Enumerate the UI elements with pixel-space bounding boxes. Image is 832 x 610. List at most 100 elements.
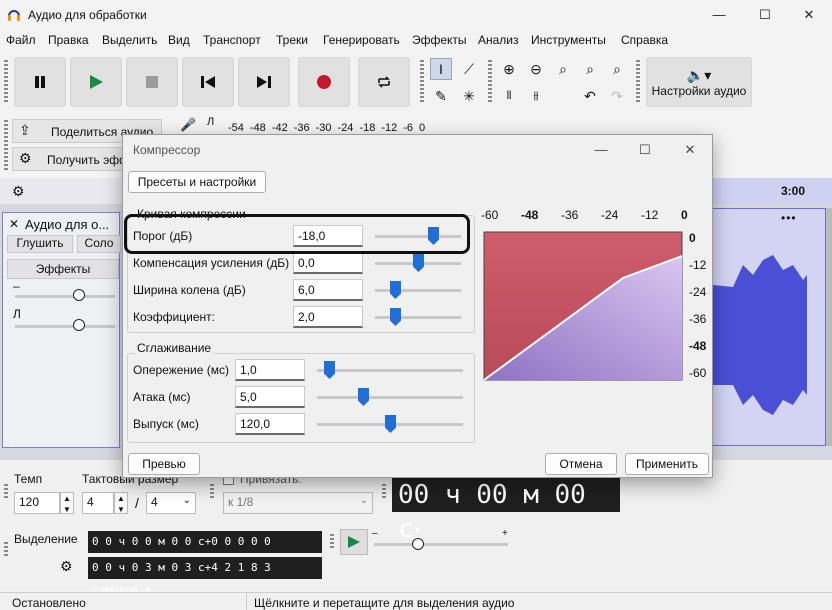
play-speed-grip[interactable] <box>330 534 334 550</box>
menu-tracks[interactable]: Треки <box>276 33 308 47</box>
fit-project-icon[interactable]: ⌕ <box>579 58 601 80</box>
record-icon <box>317 75 331 89</box>
undo-icon[interactable]: ↶ <box>579 85 601 107</box>
solo-button[interactable]: Соло <box>77 235 121 253</box>
smoothing-input[interactable]: 120,0 <box>235 413 305 435</box>
gain-slider-thumb[interactable] <box>73 289 85 301</box>
audio-settings-button[interactable]: 🔈▾ Настройки аудио <box>646 57 752 107</box>
zoom-in-icon[interactable]: ⊕ <box>498 58 520 80</box>
play-button[interactable] <box>70 57 122 107</box>
graph-right-tick: 0 <box>689 231 696 245</box>
menu-edit[interactable]: Правка <box>48 33 89 47</box>
preview-button[interactable]: Превью <box>128 453 200 475</box>
clip[interactable]: ••• <box>712 208 826 446</box>
menu-select[interactable]: Выделить <box>102 33 157 47</box>
menu-analyze[interactable]: Анализ <box>478 33 519 47</box>
status-divider <box>246 593 247 610</box>
menu-file[interactable]: Файл <box>6 33 36 47</box>
edit-grip[interactable] <box>488 60 492 104</box>
menu-help[interactable]: Справка <box>621 33 668 47</box>
selection-label: Выделение <box>14 532 78 546</box>
speed-slider-thumb[interactable] <box>412 538 424 550</box>
time-grip[interactable] <box>382 484 386 500</box>
track-name[interactable]: Аудио для о... <box>25 217 109 232</box>
scrollbar-vertical[interactable] <box>826 208 832 446</box>
param-input[interactable]: 0,0 <box>293 252 363 274</box>
multi-tool-icon[interactable]: ✳ <box>458 85 480 107</box>
time-display[interactable]: 00 ч 00 м 00 с▾ <box>392 478 620 544</box>
dialog-maximize-button[interactable]: ☐ <box>630 139 660 161</box>
param-slider-track <box>375 289 461 292</box>
tempo-spinner[interactable]: ▲ ▼ <box>60 492 74 514</box>
fit-selection-icon[interactable]: ⌕ <box>552 58 574 80</box>
menu-tools[interactable]: Инструменты <box>531 33 606 47</box>
dialog-minimize-button[interactable]: — <box>586 139 616 161</box>
trim-icon[interactable]: ⫴ <box>498 85 520 107</box>
timeline-ruler[interactable]: 3:00 <box>712 178 832 204</box>
pan-slider-thumb[interactable] <box>73 319 85 331</box>
minimize-button[interactable]: — <box>696 0 742 30</box>
play-at-speed-button[interactable] <box>340 529 368 555</box>
selection-end[interactable]: 0 0 ч 0 3 м 0 3 с+4 2 1 8 3 сэмплов ▾ <box>88 557 322 596</box>
menu-generate[interactable]: Генерировать <box>323 33 400 47</box>
selection-start[interactable]: 0 0 ч 0 0 м 0 0 с+0 0 0 0 0 сэмплов ▾ <box>88 531 322 570</box>
time-sig-numerator[interactable]: 4 <box>82 492 114 514</box>
maximize-button[interactable]: ☐ <box>742 0 788 30</box>
close-button[interactable]: ✕ <box>786 0 832 30</box>
mute-button[interactable]: Глушить <box>7 235 73 253</box>
skip-start-button[interactable] <box>182 57 234 107</box>
param-input[interactable]: 2,0 <box>293 306 363 328</box>
clip-menu-icon[interactable]: ••• <box>781 211 797 225</box>
skip-end-button[interactable] <box>238 57 290 107</box>
gain-label: – <box>13 279 20 293</box>
selection-gear-icon[interactable]: ⚙ <box>60 558 73 575</box>
presets-button[interactable]: Пресеты и настройки <box>128 171 266 193</box>
envelope-tool-icon[interactable]: ⟋ <box>458 58 480 80</box>
param-input[interactable]: 6,0 <box>293 279 363 301</box>
pan-label: Л <box>13 307 21 321</box>
select-tool-icon[interactable]: I <box>430 58 452 80</box>
selection-grip[interactable] <box>4 542 8 558</box>
track-close-icon[interactable]: ✕ <box>9 217 19 231</box>
gain-slider-track <box>15 295 115 298</box>
share-grip[interactable] <box>4 120 8 170</box>
snap-select[interactable]: к 1/8 ⌄ <box>223 492 373 514</box>
snap-grip[interactable] <box>210 484 214 500</box>
record-button[interactable] <box>298 57 350 107</box>
time-sig-denominator[interactable]: 4 ⌄ <box>146 492 196 514</box>
zoom-toggle-icon[interactable]: ⌕ <box>606 58 628 80</box>
menu-view[interactable]: Вид <box>168 33 190 47</box>
meter-tick: -30 <box>315 122 332 134</box>
speed-slider-track <box>374 543 508 546</box>
tempo-input[interactable]: 120 <box>14 492 60 514</box>
menu-effects[interactable]: Эффекты <box>412 33 467 47</box>
effects-button[interactable]: Эффекты <box>7 259 119 279</box>
dialog-close-button[interactable]: ✕ <box>675 139 705 161</box>
apply-button[interactable]: Применить <box>625 453 709 475</box>
chevron-down-icon: ⌄ <box>182 495 191 506</box>
meter-channel-label: Л <box>207 116 215 128</box>
pause-button[interactable] <box>14 57 66 107</box>
upload-icon: ⇪ <box>19 122 31 138</box>
cancel-button[interactable]: Отмена <box>545 453 617 475</box>
plugin-icon: ⚙ <box>19 150 32 166</box>
stop-button[interactable] <box>126 57 178 107</box>
zoom-out-icon[interactable]: ⊖ <box>525 58 547 80</box>
silence-icon[interactable]: ⫵ <box>525 85 547 107</box>
gear-icon[interactable]: ⚙ <box>12 183 25 200</box>
draw-tool-icon[interactable]: ✎ <box>430 85 452 107</box>
time-sig-grip[interactable] <box>4 484 8 500</box>
compression-curve-graph <box>483 231 683 381</box>
menu-transport[interactable]: Транспорт <box>203 33 261 47</box>
selection-end-value: 0 0 ч 0 3 м 0 3 с+4 2 1 8 3 сэмплов <box>92 561 271 596</box>
toolbar-grip[interactable] <box>4 60 8 104</box>
smoothing-input[interactable]: 5,0 <box>235 386 305 408</box>
graph-top-axis: -60 -48 -36 -24 -12 0 <box>481 208 688 222</box>
loop-button[interactable] <box>358 57 410 107</box>
smoothing-input[interactable]: 1,0 <box>235 359 305 381</box>
tools-grip[interactable] <box>420 60 424 104</box>
time-sig-spinner[interactable]: ▲ ▼ <box>114 492 128 514</box>
audio-setup-grip[interactable] <box>636 60 640 104</box>
meter-tick: -6 <box>403 122 414 134</box>
redo-icon[interactable]: ↷ <box>606 85 628 107</box>
